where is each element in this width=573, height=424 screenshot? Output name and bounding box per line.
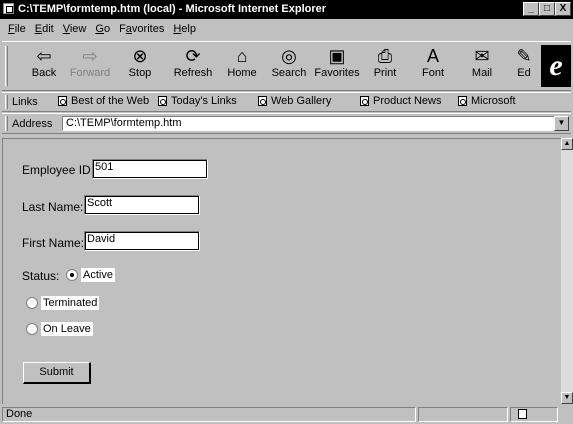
toolbar-grip[interactable] [5, 46, 8, 86]
page-icon [360, 96, 369, 106]
minimize-button[interactable]: _ [523, 2, 539, 16]
last-name-label: Last Name: [22, 200, 84, 214]
page-content: Employee ID: 501 Last Name: Scott First … [2, 138, 561, 404]
stop-icon: ⊗ [132, 46, 148, 66]
font-icon: A [426, 46, 439, 66]
status-text: Done [2, 407, 416, 422]
employee-id-field[interactable]: 501 [92, 159, 208, 179]
employee-id-label: Employee ID: [22, 163, 95, 177]
ie-logo-icon: e [541, 45, 571, 87]
search-button[interactable]: ◎ Search [268, 45, 310, 79]
page-icon [3, 3, 14, 14]
home-button[interactable]: ⌂ Home [222, 45, 262, 79]
page-icon [458, 96, 467, 106]
font-button[interactable]: A Font [416, 45, 450, 79]
first-name-field[interactable]: David [84, 231, 200, 251]
page-icon [58, 96, 67, 106]
status-bar: Done [0, 405, 573, 424]
links-bar: Links Best of the Web Today's Links Web … [2, 92, 571, 112]
back-arrow-icon: ⇦ [36, 46, 52, 66]
menu-go[interactable]: Go [91, 21, 115, 39]
stop-button[interactable]: ⊗ Stop [120, 45, 160, 79]
scroll-down-button[interactable]: ▼ [561, 392, 573, 404]
favorites-icon: ▣ [328, 46, 346, 66]
standard-toolbar: ⇦ Back ⇨ Forward ⊗ Stop ⟳ Refresh ⌂ Home… [2, 41, 571, 91]
status-progress-panel [418, 407, 508, 422]
status-zone-panel [510, 407, 558, 422]
submit-button[interactable]: Submit [23, 362, 91, 384]
search-icon: ◎ [281, 46, 297, 66]
refresh-icon: ⟳ [185, 46, 201, 66]
status-on-leave-radio[interactable] [26, 323, 38, 335]
back-button[interactable]: ⇦ Back [24, 45, 64, 79]
status-on-leave-label: On Leave [41, 322, 93, 336]
link-microsoft[interactable]: Microsoft [458, 95, 516, 107]
menu-favorites[interactable]: Favorites [115, 21, 169, 39]
forward-arrow-icon: ⇨ [82, 46, 98, 66]
menu-edit[interactable]: Edit [31, 21, 59, 39]
status-terminated-radio[interactable] [26, 297, 38, 309]
address-label: Address [12, 118, 53, 130]
print-icon: ⎙ [377, 46, 393, 66]
status-label: Status: [22, 269, 60, 283]
maximize-button[interactable]: □ [539, 2, 555, 16]
page-icon [258, 96, 267, 106]
close-button[interactable]: X [555, 2, 571, 16]
link-web-gallery[interactable]: Web Gallery [258, 95, 331, 107]
menu-help[interactable]: Help [169, 21, 201, 39]
address-grip[interactable] [5, 116, 8, 131]
browser-window: C:\TEMP\formtemp.htm (local) - Microsoft… [0, 0, 573, 424]
link-todays-links[interactable]: Today's Links [158, 95, 237, 107]
address-dropdown-button[interactable]: ▼ [554, 116, 569, 131]
print-button[interactable]: ⎙ Print [368, 45, 402, 79]
home-icon: ⌂ [236, 46, 248, 66]
forward-button[interactable]: ⇨ Forward [65, 45, 115, 79]
links-grip[interactable] [5, 95, 8, 109]
edit-button[interactable]: ✎ Ed [512, 45, 536, 79]
menu-view[interactable]: View [59, 21, 92, 39]
first-name-label: First Name: [22, 236, 85, 250]
menu-file[interactable]: File [4, 21, 31, 39]
edit-icon: ✎ [516, 46, 532, 66]
links-label[interactable]: Links [12, 96, 38, 108]
address-input[interactable]: C:\TEMP\formtemp.htm [62, 116, 555, 131]
mail-button[interactable]: ✉ Mail [462, 45, 502, 79]
address-bar: Address C:\TEMP\formtemp.htm ▼ [2, 113, 571, 134]
mail-icon: ✉ [474, 46, 490, 66]
favorites-button[interactable]: ▣ Favorites [313, 45, 361, 79]
last-name-field[interactable]: Scott [84, 195, 200, 215]
link-best-of-the-web[interactable]: Best of the Web [58, 95, 149, 107]
scroll-up-button[interactable]: ▲ [561, 138, 573, 150]
status-active-label: Active [81, 268, 115, 282]
local-zone-icon [518, 409, 527, 419]
page-icon [158, 96, 167, 106]
window-title: C:\TEMP\formtemp.htm (local) - Microsoft… [18, 3, 327, 15]
status-terminated-label: Terminated [41, 296, 100, 310]
menu-bar: File Edit View Go Favorites Help [0, 21, 573, 39]
link-product-news[interactable]: Product News [360, 95, 441, 107]
vertical-scrollbar[interactable]: ▲ ▼ [561, 138, 573, 404]
title-bar: C:\TEMP\formtemp.htm (local) - Microsoft… [0, 0, 573, 19]
status-active-radio[interactable] [66, 269, 78, 281]
refresh-button[interactable]: ⟳ Refresh [170, 45, 216, 79]
